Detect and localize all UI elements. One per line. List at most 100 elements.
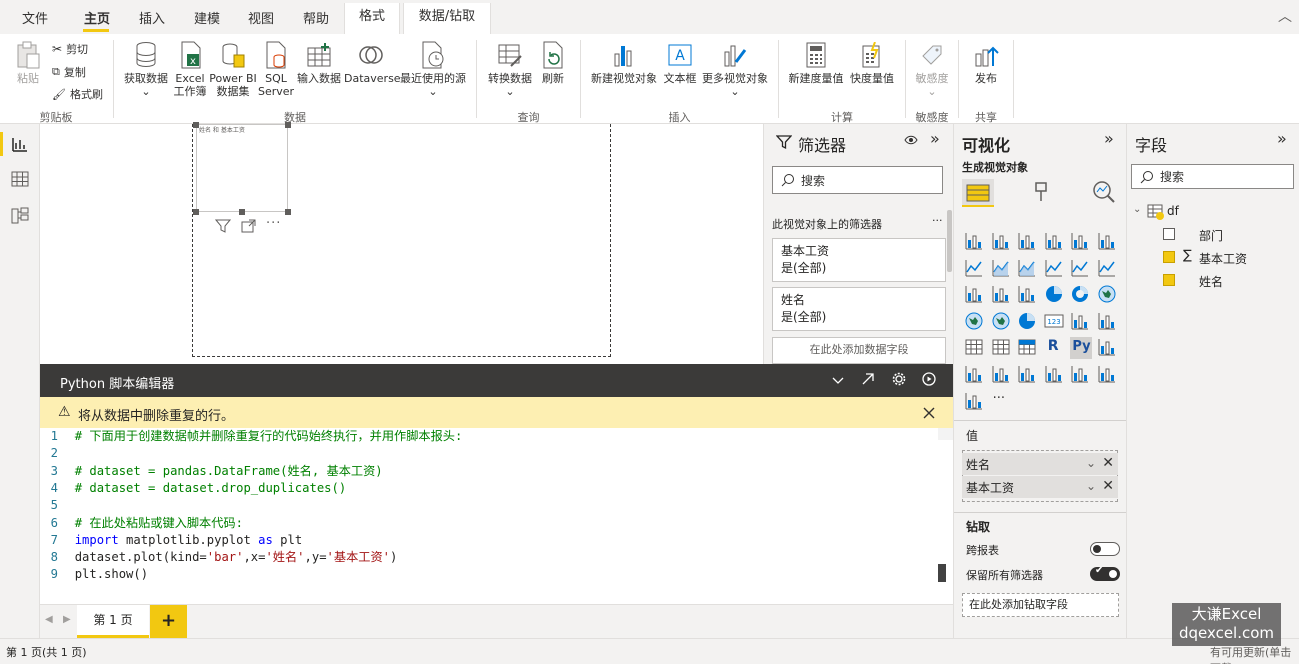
filter-card-name[interactable]: 姓名 是(全部) bbox=[772, 287, 946, 331]
menu-modeling[interactable]: 建模 bbox=[194, 8, 220, 27]
decomposition-tree-icon[interactable] bbox=[964, 364, 984, 384]
stacked-bar-icon[interactable] bbox=[964, 231, 984, 251]
stacked-column-icon[interactable] bbox=[991, 231, 1011, 251]
pie-chart-icon[interactable] bbox=[1044, 284, 1064, 304]
narrative-icon[interactable] bbox=[1017, 364, 1037, 384]
line-column-icon[interactable] bbox=[1044, 258, 1064, 278]
script-code-area[interactable]: 1 # 下面用于创建数据帧并删除重复行的代码始终执行，并用作脚本报头: 2 3 #… bbox=[40, 428, 938, 604]
keep-filters-toggle[interactable]: ✔ bbox=[1090, 565, 1120, 581]
page-tab-1[interactable]: 第 1 页 bbox=[77, 605, 149, 638]
clustered-bar-icon[interactable] bbox=[1017, 231, 1037, 251]
collapse-icon[interactable]: » bbox=[930, 129, 940, 148]
code-line[interactable]: 7 import matplotlib.pyplot as plt bbox=[40, 532, 303, 549]
remove-icon[interactable]: ✕ bbox=[1102, 478, 1114, 494]
update-notice[interactable]: 有可用更新(单击下载) bbox=[1210, 644, 1299, 664]
new-visual-button[interactable]: 新建视觉对象 bbox=[588, 40, 660, 85]
chevron-down-icon[interactable]: ⌄ bbox=[1133, 204, 1141, 215]
card-icon[interactable]: 123 bbox=[1044, 311, 1064, 331]
r-visual-icon[interactable]: R bbox=[1044, 337, 1064, 357]
field-checkbox[interactable] bbox=[1163, 251, 1175, 263]
ellipsis-icon[interactable]: ··· bbox=[991, 391, 1011, 411]
eye-icon[interactable] bbox=[904, 134, 918, 146]
value-field-salary[interactable]: 基本工资 ⌄ ✕ bbox=[962, 476, 1118, 498]
more-visuals-icon[interactable] bbox=[964, 391, 984, 411]
qa-icon[interactable] bbox=[991, 364, 1011, 384]
python-visual[interactable]: 姓名 和 基本工资 bbox=[193, 122, 291, 215]
paginated-report-icon[interactable] bbox=[1044, 364, 1064, 384]
key-influencers-icon[interactable] bbox=[1097, 337, 1117, 357]
add-page-button[interactable]: + bbox=[150, 605, 187, 638]
resize-handle[interactable] bbox=[193, 209, 199, 215]
next-page-icon[interactable]: ▶ bbox=[63, 614, 71, 625]
table-name[interactable]: df bbox=[1167, 204, 1179, 218]
100-column-icon[interactable] bbox=[1097, 231, 1117, 251]
quick-measure-button[interactable]: 快度量值 bbox=[846, 40, 898, 85]
excel-button[interactable]: x Excel 工作簿 bbox=[172, 40, 208, 98]
cross-report-toggle[interactable] bbox=[1090, 542, 1120, 556]
analytics-icon[interactable] bbox=[1092, 180, 1116, 204]
code-line[interactable]: 4 # dataset = dataset.drop_duplicates() bbox=[40, 480, 347, 497]
code-scrollbar[interactable] bbox=[938, 428, 953, 604]
code-line[interactable]: 8 dataset.plot(kind='bar',x='姓名',y='基本工资… bbox=[40, 549, 398, 566]
data-view-icon[interactable] bbox=[10, 169, 30, 189]
sql-server-button[interactable]: SQL Server bbox=[258, 40, 294, 98]
ribbon-chart-icon[interactable] bbox=[1097, 258, 1117, 278]
dataverse-button[interactable]: Dataverse bbox=[344, 40, 401, 85]
enter-data-button[interactable]: 输入数据 bbox=[294, 40, 344, 85]
power-automate-icon[interactable] bbox=[1097, 364, 1117, 384]
recent-sources-button[interactable]: 最近使用的源 ⌄ bbox=[398, 40, 468, 98]
line-chart-icon[interactable] bbox=[964, 258, 984, 278]
chevron-up-icon[interactable]: ︿ bbox=[1278, 6, 1292, 26]
area-chart-icon[interactable] bbox=[991, 258, 1011, 278]
donut-chart-icon[interactable] bbox=[1070, 284, 1090, 304]
matrix-icon[interactable] bbox=[1017, 337, 1037, 357]
python-visual-icon[interactable]: Py bbox=[1070, 337, 1093, 360]
more-options-icon[interactable]: ··· bbox=[266, 216, 281, 231]
treemap-icon[interactable] bbox=[1097, 284, 1117, 304]
model-view-icon[interactable] bbox=[10, 206, 30, 226]
cut-button[interactable]: ✂ 剪切 bbox=[52, 41, 88, 57]
line-clustered-column-icon[interactable] bbox=[1070, 258, 1090, 278]
remove-icon[interactable]: ✕ bbox=[1102, 455, 1114, 471]
waterfall-icon[interactable] bbox=[964, 284, 984, 304]
field-label[interactable]: 部门 bbox=[1199, 227, 1223, 244]
code-line[interactable]: 6 # 在此处粘贴或键入脚本代码: bbox=[40, 515, 243, 532]
value-field-name[interactable]: 姓名 ⌄ ✕ bbox=[962, 453, 1118, 475]
field-label[interactable]: 基本工资 bbox=[1199, 250, 1247, 267]
scatter-icon[interactable] bbox=[1017, 284, 1037, 304]
fields-search[interactable]: 搜索 bbox=[1131, 164, 1294, 189]
multirow-card-icon[interactable] bbox=[1070, 311, 1090, 331]
sensitivity-button[interactable]: 敏感度 ⌄ bbox=[910, 40, 954, 98]
menu-view[interactable]: 视图 bbox=[248, 8, 274, 27]
100-bar-icon[interactable] bbox=[1070, 231, 1090, 251]
publish-button[interactable]: 发布 bbox=[966, 40, 1006, 85]
map-icon[interactable] bbox=[964, 311, 984, 331]
menu-file[interactable]: 文件 bbox=[22, 8, 48, 27]
format-paintbrush-icon[interactable] bbox=[1030, 180, 1054, 204]
textbox-button[interactable]: A 文本框 bbox=[660, 40, 700, 85]
powerbi-dataset-button[interactable]: Power BI 数据集 bbox=[208, 40, 258, 98]
resize-handle[interactable] bbox=[285, 209, 291, 215]
field-checkbox[interactable] bbox=[1163, 274, 1175, 286]
collapse-icon[interactable]: » bbox=[1104, 129, 1114, 148]
refresh-button[interactable]: 刷新 bbox=[536, 40, 570, 85]
chevron-down-icon[interactable] bbox=[831, 373, 845, 387]
filter-card-salary[interactable]: 基本工资 是(全部) bbox=[772, 238, 946, 282]
drillthrough-dropzone[interactable]: 在此处添加钻取字段 bbox=[962, 593, 1119, 617]
stacked-area-icon[interactable] bbox=[1017, 258, 1037, 278]
filters-scroll-thumb[interactable] bbox=[947, 210, 952, 272]
copy-button[interactable]: ⧉ 复制 bbox=[52, 64, 86, 80]
more-options-icon[interactable]: ··· bbox=[932, 214, 943, 227]
prev-page-icon[interactable]: ◀ bbox=[45, 614, 53, 625]
menu-help[interactable]: 帮助 bbox=[303, 8, 329, 27]
focus-mode-icon[interactable] bbox=[241, 219, 257, 233]
get-data-button[interactable]: 获取数据 ⌄ bbox=[118, 40, 174, 98]
code-line[interactable]: 1 # 下面用于创建数据帧并删除重复行的代码始终执行，并用作脚本报头: bbox=[40, 428, 463, 445]
menu-insert[interactable]: 插入 bbox=[139, 8, 165, 27]
resize-handle[interactable] bbox=[285, 122, 291, 128]
code-line[interactable]: 5 bbox=[40, 497, 75, 514]
chevron-down-icon[interactable]: ⌄ bbox=[1086, 456, 1096, 470]
more-visuals-button[interactable]: 更多视觉对象 ⌄ bbox=[700, 40, 770, 98]
gear-icon[interactable] bbox=[892, 372, 906, 386]
filter-icon[interactable] bbox=[215, 219, 231, 233]
